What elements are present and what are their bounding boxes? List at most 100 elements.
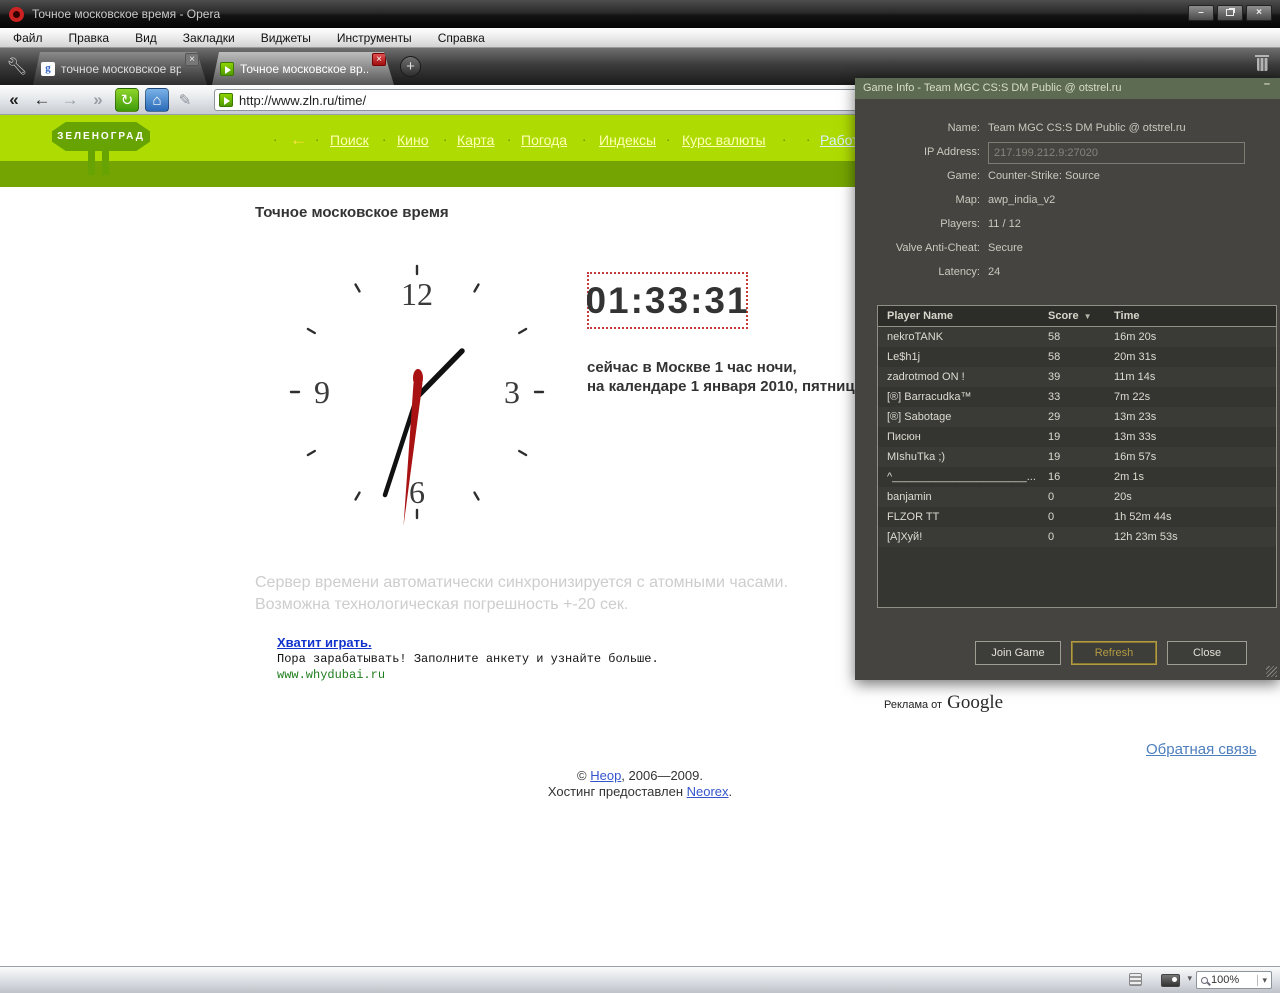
nav-link-search[interactable]: Поиск [330, 132, 369, 148]
game-info-panel: Game Info - Team MGC CS:S DM Public @ ot… [855, 78, 1280, 680]
zoom-dropdown-icon[interactable]: ▾ [1257, 974, 1271, 986]
rewind-button[interactable]: « [0, 90, 28, 110]
refresh-button[interactable]: Refresh [1071, 641, 1157, 665]
nav-link-cinema[interactable]: Кино [397, 132, 429, 148]
join-game-button[interactable]: Join Game [975, 641, 1061, 665]
neorex-link[interactable]: Neorex [687, 784, 729, 799]
menu-file[interactable]: Файл [0, 31, 56, 45]
close-panel-button[interactable]: Close [1167, 641, 1247, 665]
camera-dropdown-icon[interactable]: ▾ [1187, 973, 1192, 984]
ad-headline-link[interactable]: Хватит играть. [277, 635, 372, 650]
window-titlebar: Точное московское время - Opera – × [0, 0, 1280, 28]
nav-separator: · [582, 132, 587, 147]
field-vac: Valve Anti-Cheat: Secure [895, 242, 1023, 254]
panel-minimize-button[interactable]: – [1264, 78, 1270, 90]
clock-numeral-12: 12 [401, 276, 433, 312]
menu-help[interactable]: Справка [425, 31, 498, 45]
player-row[interactable]: [A]Хуй! 0 12h 23m 53s [878, 527, 1276, 547]
player-row[interactable]: banjamin 0 20s [878, 487, 1276, 507]
new-tab-button[interactable]: + [400, 56, 421, 77]
field-players: Players: 11 / 12 [940, 218, 1021, 230]
google-logo[interactable]: Google [947, 692, 1003, 714]
ad-url-link[interactable]: www.whydubai.ru [277, 668, 659, 682]
menu-view[interactable]: Вид [122, 31, 170, 45]
tab-title: Точное московское вр... [240, 61, 368, 76]
ip-address-input[interactable] [988, 142, 1245, 164]
sort-desc-icon: ▼ [1083, 312, 1092, 321]
nav-separator: · [507, 132, 512, 147]
fast-forward-button[interactable]: » [84, 90, 112, 110]
player-row[interactable]: nekroTANK 58 16m 20s [878, 327, 1276, 347]
nav-link-map[interactable]: Карта [457, 132, 494, 148]
page-footer: © Неор, 2006—2009. Хостинг предоставлен … [547, 768, 733, 799]
player-row[interactable]: Le$h1j 58 20m 31s [878, 347, 1276, 367]
nav-back-arrow[interactable]: ← [290, 130, 307, 150]
nav-separator: · [806, 132, 811, 147]
nav-separator: · [782, 132, 787, 147]
ad-body: Пора зарабатывать! Заполните анкету и уз… [277, 652, 659, 666]
nav-link-indexes[interactable]: Индексы [599, 132, 656, 148]
header-time[interactable]: Time [1114, 310, 1276, 322]
back-button[interactable]: ← [28, 90, 56, 110]
player-row[interactable]: Писюн 19 13m 33s [878, 427, 1276, 447]
google-favicon: g [41, 62, 55, 76]
tab-close-icon[interactable]: × [185, 53, 199, 66]
neop-link[interactable]: Неор [590, 768, 621, 783]
menu-edit[interactable]: Правка [56, 31, 123, 45]
player-row[interactable]: zadrotmod ON ! 39 11m 14s [878, 367, 1276, 387]
field-name: Name: Team MGC CS:S DM Public @ otstrel.… [947, 122, 1186, 134]
panels-wrench-icon[interactable]: 🔧︎ [4, 54, 30, 80]
player-row[interactable]: ^______________________... 16 2m 1s [878, 467, 1276, 487]
close-button[interactable]: × [1246, 5, 1272, 21]
address-favicon [219, 93, 233, 107]
window-title: Точное московское время - Opera [32, 7, 221, 21]
nav-link-weather[interactable]: Погода [521, 132, 567, 148]
nav-link-currency[interactable]: Курс валюты [682, 132, 766, 148]
zelenograd-logo[interactable]: ЗЕЛЕНОГРАД [52, 122, 150, 151]
header-player-name[interactable]: Player Name [878, 310, 1048, 322]
clock-numeral-6: 6 [409, 474, 425, 510]
hour-hand [414, 348, 465, 400]
tab-close-icon[interactable]: × [372, 53, 386, 66]
trash-icon[interactable] [1254, 55, 1270, 73]
header-score[interactable]: Score ▼ [1048, 310, 1114, 322]
menu-bar: Файл Правка Вид Закладки Виджеты Инструм… [0, 28, 1280, 48]
tab-google-search[interactable]: g точное московское вр... × [33, 52, 207, 85]
forward-button[interactable]: → [56, 90, 84, 110]
restore-button[interactable] [1217, 5, 1243, 21]
opera-icon [9, 6, 24, 22]
resize-grip[interactable] [1266, 666, 1277, 677]
player-row[interactable]: MIshuTka ;) 19 16m 57s [878, 447, 1276, 467]
camera-icon[interactable] [1161, 974, 1180, 987]
nav-separator: · [666, 132, 671, 147]
menu-tools[interactable]: Инструменты [324, 31, 425, 45]
note-pencil-icon[interactable]: ✎ [172, 91, 198, 109]
digital-clock: 01:33:31 [585, 272, 748, 329]
ad-block: Хватит играть. Пора зарабатывать! Заполн… [277, 635, 659, 682]
field-game: Game: Counter-Strike: Source [946, 170, 1100, 182]
game-info-titlebar[interactable]: Game Info - Team MGC CS:S DM Public @ ot… [855, 78, 1280, 99]
player-row[interactable]: [®] Barracudka™ 33 7m 22s [878, 387, 1276, 407]
nav-separator: · [273, 132, 278, 147]
clock-numeral-3: 3 [504, 374, 520, 410]
nav-separator: · [443, 132, 448, 147]
zoom-control[interactable]: 100% ▾ [1196, 971, 1272, 989]
nav-separator: · [382, 132, 387, 147]
second-hand-counterweight [413, 369, 423, 387]
analog-clock: 12 3 6 9 [289, 264, 545, 526]
zln-favicon [220, 62, 234, 76]
feedback-link[interactable]: Обратная связь [1146, 741, 1257, 758]
home-button[interactable]: ⌂ [145, 87, 169, 112]
tab-title: точное московское вр... [61, 61, 181, 76]
restore-icon [1226, 9, 1234, 16]
menu-bookmarks[interactable]: Закладки [170, 31, 248, 45]
clock-numeral-9: 9 [314, 374, 330, 410]
tab-zln-time[interactable]: Точное московское вр... × [212, 52, 394, 85]
menu-widgets[interactable]: Виджеты [248, 31, 324, 45]
player-row[interactable]: [®] Sabotage 29 13m 23s [878, 407, 1276, 427]
reload-button[interactable]: ↻ [115, 87, 139, 112]
minimize-button[interactable]: – [1188, 5, 1214, 21]
field-map: Map: awp_india_v2 [955, 194, 1056, 206]
player-row[interactable]: FLZOR TT 0 1h 52m 44s [878, 507, 1276, 527]
notes-panel-icon[interactable] [1129, 973, 1142, 986]
